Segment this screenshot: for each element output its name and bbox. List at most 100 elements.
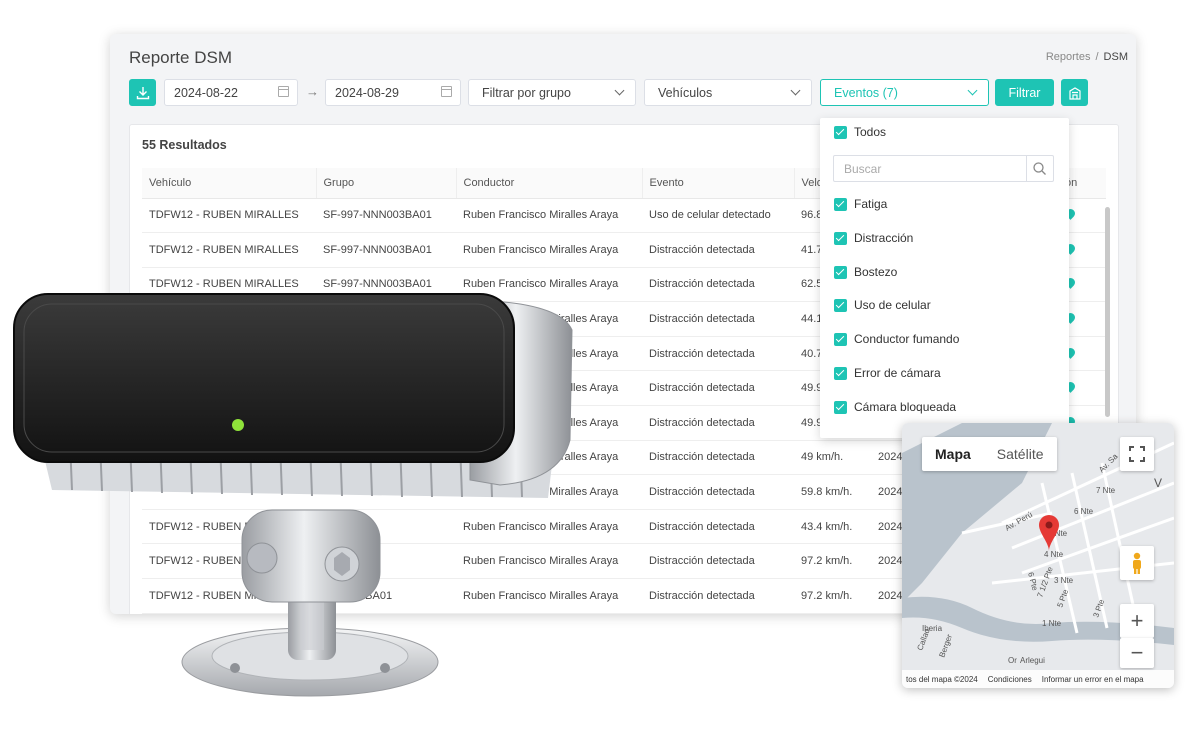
breadcrumb-dsm: DSM bbox=[1103, 51, 1128, 63]
cell-event: Distracción detectada bbox=[642, 336, 794, 372]
fullscreen-button[interactable] bbox=[1120, 437, 1154, 471]
status-led-icon bbox=[232, 419, 244, 431]
map-footer: tos del mapa ©2024 Condiciones Informar … bbox=[902, 670, 1174, 688]
events-option-conductor-fumando[interactable]: Conductor fumando bbox=[834, 330, 959, 348]
cell-speed: 97.2 km/h. bbox=[794, 578, 871, 614]
zoom-in-button[interactable]: + bbox=[1120, 604, 1154, 638]
cell-event: Distracción detectada bbox=[642, 543, 794, 580]
column-header-event[interactable]: Evento bbox=[642, 168, 795, 199]
cell-event: Distracción detectada bbox=[642, 440, 794, 476]
street-label: Or bbox=[1008, 656, 1017, 665]
events-option-distraccion[interactable]: Distracción bbox=[834, 229, 913, 247]
events-search-input[interactable] bbox=[844, 162, 1014, 176]
zoom-out-button[interactable]: − bbox=[1120, 638, 1154, 668]
cell-vehicle: TDFW12 - RUBEN MIRALLES bbox=[142, 232, 316, 268]
events-option-label: Conductor fumando bbox=[854, 332, 960, 346]
vehicles-filter-select[interactable]: Vehículos bbox=[644, 79, 812, 106]
events-option-label: Error de cámara bbox=[854, 366, 941, 380]
checkbox-checked-icon[interactable] bbox=[834, 400, 847, 414]
events-option-label: Distracción bbox=[854, 231, 914, 245]
date-to-value: 2024-08-29 bbox=[335, 85, 399, 100]
chevron-down-icon bbox=[614, 85, 625, 96]
checkbox-checked-icon[interactable] bbox=[834, 332, 847, 346]
cell-event: Distracción detectada bbox=[642, 405, 794, 441]
events-option-label: Fatiga bbox=[854, 197, 888, 211]
date-to-input[interactable]: 2024-08-29 bbox=[325, 79, 461, 106]
events-option-fatiga[interactable]: Fatiga bbox=[834, 195, 887, 213]
events-option-bostezo[interactable]: Bostezo bbox=[834, 263, 897, 281]
cell-event: Distracción detectada bbox=[642, 267, 794, 303]
cell-event: Distracción detectada bbox=[642, 370, 794, 407]
checkbox-checked-icon[interactable] bbox=[834, 265, 847, 279]
vehicles-filter-label: Vehículos bbox=[658, 85, 713, 100]
events-option-camara-bloqueada[interactable]: Cámara bloqueada bbox=[834, 398, 956, 416]
street-view-button[interactable] bbox=[1120, 546, 1154, 580]
street-label: V bbox=[1154, 476, 1162, 490]
cell-group: SF-997-NNN003BA01 bbox=[316, 232, 456, 268]
events-option-label: Cámara bloqueada bbox=[854, 400, 957, 414]
cell-event: Distracción detectada bbox=[642, 301, 794, 337]
tab-satelite[interactable]: Satélite bbox=[984, 437, 1057, 471]
group-filter-select[interactable]: Filtrar por grupo bbox=[468, 79, 636, 106]
map-data-credit: tos del mapa ©2024 bbox=[906, 674, 978, 684]
cell-event: Distracción detectada bbox=[642, 474, 794, 510]
street-label: 6 Nte bbox=[1074, 507, 1094, 516]
street-label: Arlegui bbox=[1020, 656, 1045, 665]
scrollbar[interactable] bbox=[1105, 207, 1110, 417]
date-from-value: 2024-08-22 bbox=[174, 85, 238, 100]
street-label: 4 Nte bbox=[1044, 550, 1064, 559]
events-option-label: Bostezo bbox=[854, 265, 898, 279]
map-widget: Av. Perú 5 Nte 4 Nte 6 Nte 7 Nte 3 Nte 1… bbox=[902, 423, 1174, 688]
street-label: 1 Nte bbox=[1042, 619, 1062, 628]
checkbox-checked-icon[interactable] bbox=[834, 197, 847, 211]
breadcrumb: Reportes / DSM bbox=[1045, 51, 1128, 63]
download-button[interactable] bbox=[129, 79, 156, 106]
cell-event: Uso de celular detectado bbox=[642, 198, 794, 234]
events-filter-label: Eventos (7) bbox=[834, 85, 898, 100]
cell-speed: 97.2 km/h. bbox=[794, 543, 871, 580]
events-filter-select[interactable]: Eventos (7) bbox=[820, 79, 989, 106]
cell-speed: 59.8 km/h. bbox=[794, 474, 871, 510]
dsm-camera-device bbox=[13, 293, 573, 697]
street-label: 3 Nte bbox=[1054, 576, 1074, 585]
events-dropdown: Todos Fatiga Distracción Bostezo Uso de … bbox=[820, 118, 1069, 438]
results-count: 55 Resultados bbox=[142, 138, 227, 152]
checkbox-checked-icon[interactable] bbox=[834, 298, 847, 312]
map-terms-link[interactable]: Condiciones bbox=[988, 675, 1032, 684]
cell-event: Distracción detectada bbox=[642, 578, 794, 614]
cell-driver: Ruben Francisco Miralles Araya bbox=[456, 232, 642, 268]
calendar-icon bbox=[441, 86, 452, 97]
calendar-icon bbox=[278, 86, 289, 97]
events-option-label: Uso de celular bbox=[854, 298, 931, 312]
cell-group: SF-997-NNN003BA01 bbox=[316, 198, 456, 234]
cell-driver: Ruben Francisco Miralles Araya bbox=[456, 198, 642, 234]
search-icon bbox=[1033, 162, 1046, 175]
events-search-field bbox=[833, 155, 1054, 182]
column-header-vehicle[interactable]: Vehículo bbox=[142, 168, 317, 199]
events-option-error-camara[interactable]: Error de cámara bbox=[834, 364, 941, 382]
chevron-down-icon bbox=[790, 85, 801, 96]
fullscreen-icon bbox=[1129, 446, 1145, 462]
map-type-tabs: Mapa Satélite bbox=[922, 437, 1057, 471]
search-button[interactable] bbox=[1026, 156, 1053, 181]
checkbox-checked-icon[interactable] bbox=[834, 366, 847, 380]
column-header-driver[interactable]: Conductor bbox=[456, 168, 643, 199]
map-report-error-link[interactable]: Informar un error en el mapa bbox=[1042, 675, 1144, 684]
breadcrumb-reportes[interactable]: Reportes bbox=[1046, 51, 1091, 63]
cell-event: Distracción detectada bbox=[642, 232, 794, 268]
events-option-uso-celular[interactable]: Uso de celular bbox=[834, 296, 931, 314]
checkbox-checked-icon[interactable] bbox=[834, 231, 847, 245]
filter-button[interactable]: Filtrar bbox=[995, 79, 1054, 106]
page-title: Reporte DSM bbox=[129, 48, 232, 67]
clear-filter-button[interactable] bbox=[1061, 79, 1088, 106]
tab-mapa[interactable]: Mapa bbox=[922, 437, 984, 471]
cell-speed: 43.4 km/h. bbox=[794, 509, 871, 545]
column-header-group[interactable]: Grupo bbox=[316, 168, 457, 199]
cell-speed: 49 km/h. bbox=[794, 440, 871, 476]
pegman-icon bbox=[1133, 552, 1141, 574]
building-icon bbox=[1068, 86, 1081, 100]
date-from-input[interactable]: 2024-08-22 bbox=[164, 79, 298, 106]
chevron-up-icon bbox=[967, 85, 978, 96]
events-option-todos[interactable]: Todos bbox=[834, 123, 886, 141]
checkbox-checked-icon[interactable] bbox=[834, 125, 847, 139]
